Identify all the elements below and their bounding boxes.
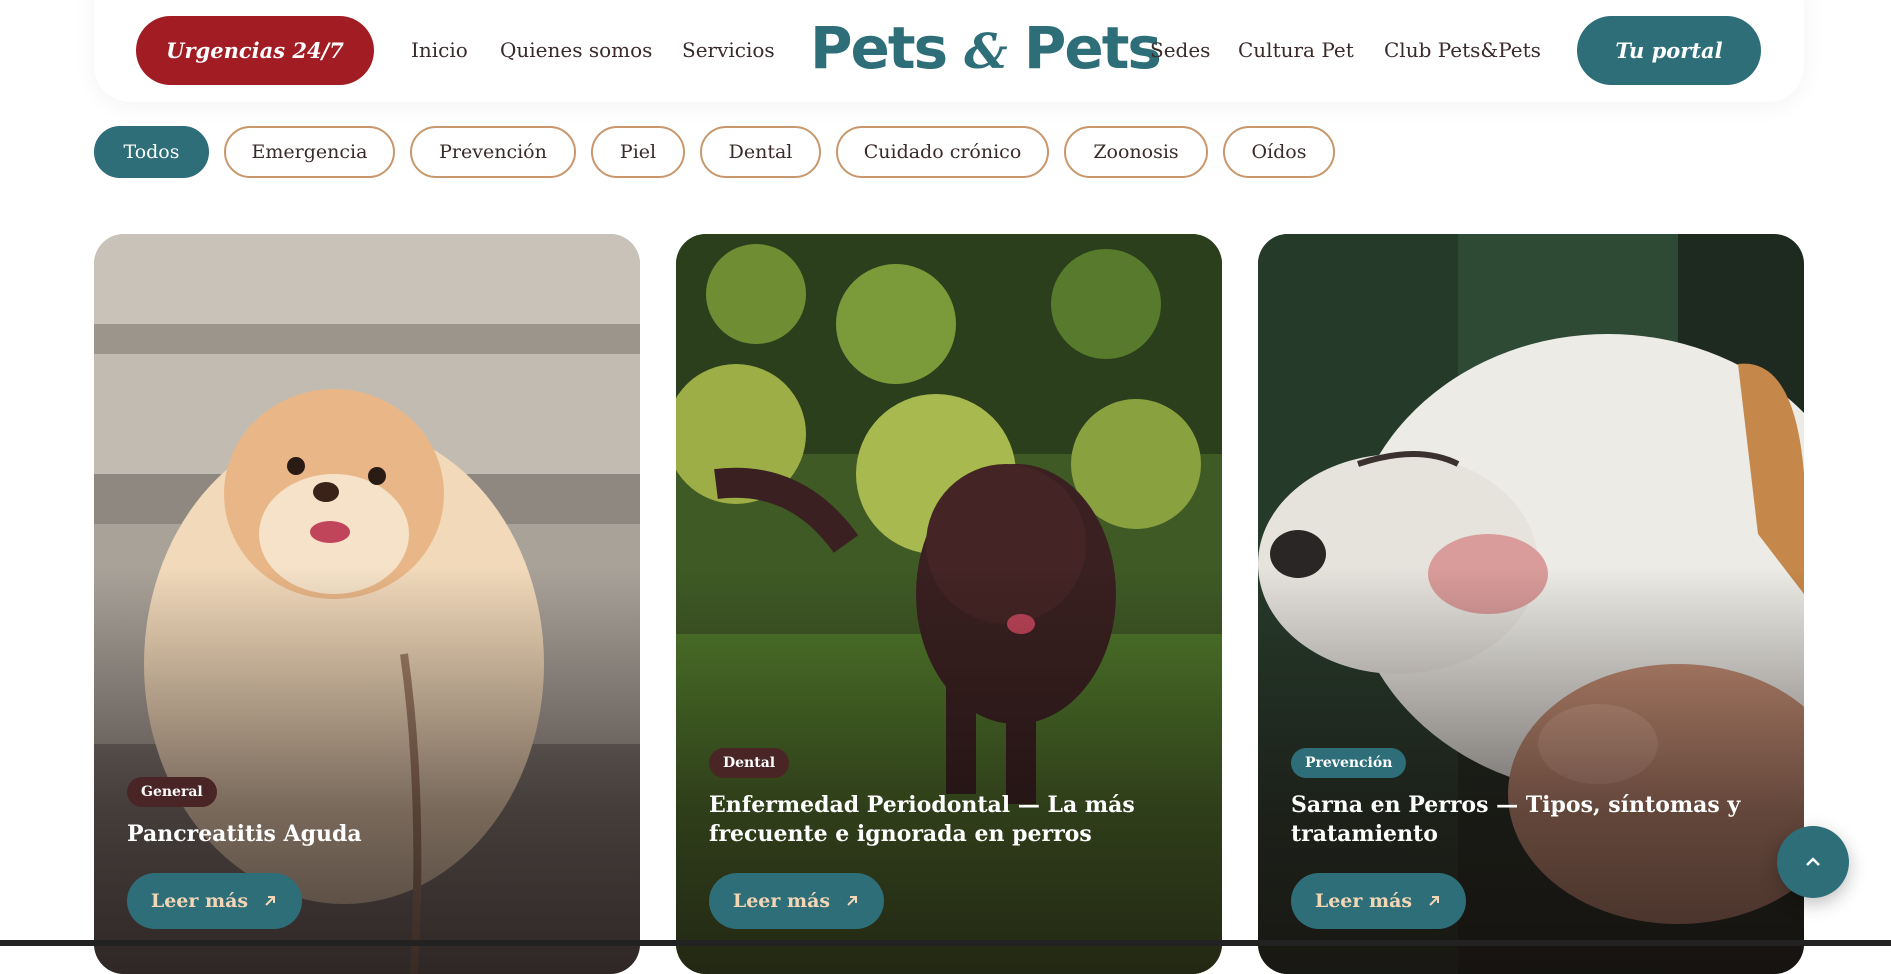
bottom-bar [0, 940, 1891, 946]
card-tag: Prevención [1291, 748, 1407, 778]
article-card[interactable]: General Pancreatitis Aguda Leer más [94, 234, 640, 974]
leer-mas-label: Leer más [732, 890, 831, 912]
nav-sedes[interactable]: Sedes [1150, 38, 1210, 62]
leer-mas-label: Leer más [1314, 890, 1413, 912]
urgencias-button[interactable]: Urgencias 24/7 [136, 16, 374, 85]
nav-quienes-somos[interactable]: Quienes somos [500, 38, 652, 62]
nav-cultura-pet[interactable]: Cultura Pet [1238, 38, 1354, 62]
logo-text-2: Pets [1023, 14, 1162, 82]
filter-cuidado-cronico[interactable]: Cuidado crónico [836, 126, 1049, 178]
nav-club[interactable]: Club Pets&Pets [1384, 38, 1541, 62]
leer-mas-label: Leer más [150, 890, 249, 912]
leer-mas-button[interactable]: Leer más [709, 873, 884, 929]
filter-piel[interactable]: Piel [591, 126, 685, 178]
logo-text-1: Pets [810, 14, 948, 82]
card-title[interactable]: Sarna en Perros — Tipos, síntomas y trat… [1291, 791, 1761, 849]
leer-mas-button[interactable]: Leer más [127, 873, 302, 929]
nav-servicios[interactable]: Servicios [682, 38, 775, 62]
chevron-up-icon [1806, 857, 1820, 866]
filter-oidos[interactable]: Oídos [1223, 126, 1335, 178]
filter-todos[interactable]: Todos [94, 126, 209, 178]
card-gradient [94, 234, 640, 974]
filter-dental[interactable]: Dental [700, 126, 821, 178]
card-tag: Dental [709, 748, 790, 778]
card-title[interactable]: Pancreatitis Aguda [127, 820, 597, 849]
site-logo[interactable]: Pets & Pets [810, 14, 1162, 82]
scroll-top-button[interactable] [1777, 826, 1849, 898]
arrow-up-right-icon [1429, 896, 1440, 906]
filter-prevencion[interactable]: Prevención [410, 126, 576, 178]
arrow-up-right-icon [847, 896, 858, 906]
portal-button[interactable]: Tu portal [1577, 16, 1761, 85]
arrow-up-right-icon [265, 896, 276, 906]
card-gradient [1258, 234, 1804, 974]
nav-inicio[interactable]: Inicio [411, 38, 468, 62]
logo-amp: & [964, 24, 1007, 80]
card-title[interactable]: Enfermedad Periodontal — La más frecuent… [709, 791, 1179, 849]
filter-emergencia[interactable]: Emergencia [224, 126, 395, 178]
filter-zoonosis[interactable]: Zoonosis [1064, 126, 1208, 178]
leer-mas-button[interactable]: Leer más [1291, 873, 1466, 929]
article-card[interactable]: Dental Enfermedad Periodontal — La más f… [676, 234, 1222, 974]
article-card[interactable]: Prevención Sarna en Perros — Tipos, sínt… [1258, 234, 1804, 974]
card-tag: General [127, 777, 217, 807]
card-gradient [676, 234, 1222, 974]
